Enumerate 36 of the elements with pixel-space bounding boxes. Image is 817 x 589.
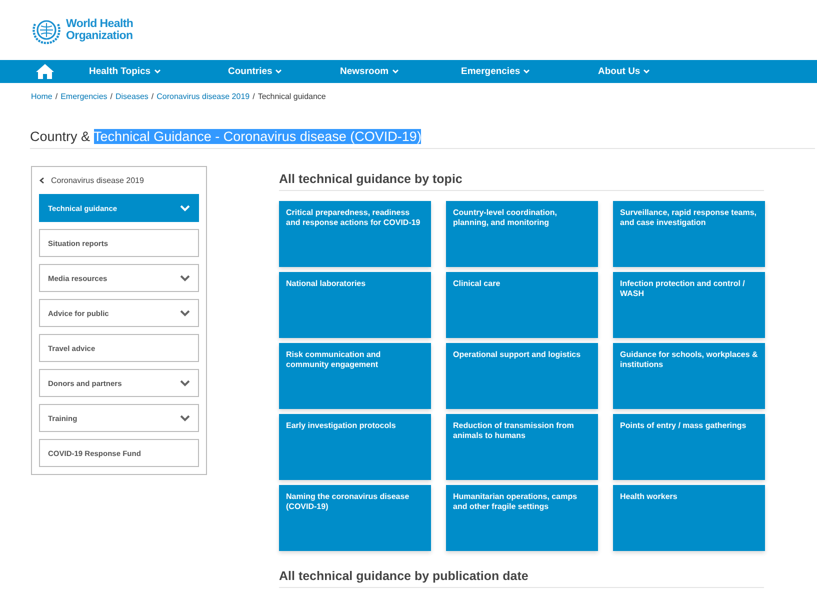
topic-tile[interactable]: Risk communication and community engagement	[279, 343, 431, 409]
topic-tile[interactable]: Guidance for schools, workplaces & institutions	[613, 343, 765, 409]
topic-tile[interactable]: Surveillance, rapid response teams, and case investigation	[613, 201, 765, 267]
breadcrumb-link[interactable]: Coronavirus disease 2019	[156, 92, 250, 104]
topic-tile[interactable]: Naming the coronavirus disease (COVID-19)	[279, 485, 431, 551]
chevron-left-icon	[39, 176, 45, 184]
topic-tile[interactable]: Humanitarian operations, camps and other fragile settings	[446, 485, 598, 551]
organization-name[interactable]: World Health Organization	[66, 18, 134, 42]
section-heading: All technical guidance by topic	[279, 172, 764, 191]
breadcrumb-link[interactable]: Home	[31, 92, 52, 104]
breadcrumb-separator: /	[252, 92, 255, 103]
breadcrumb-separator: /	[110, 92, 112, 103]
breadcrumb-separator: /	[151, 92, 154, 103]
topic-tile[interactable]: National laboratories	[279, 272, 431, 338]
topic-tile[interactable]: Infection protection and control / WASH	[613, 272, 765, 338]
topic-tile[interactable]: Reduction of transmission from animals to humans	[446, 414, 598, 480]
section-heading: All technical guidance by publication date	[279, 569, 764, 588]
topic-tile[interactable]: Clinical care	[446, 272, 598, 338]
topic-tile[interactable]: Critical preparedness, readiness and response actions for COVID-19	[279, 201, 431, 267]
home-icon[interactable]	[35, 63, 55, 80]
nav-menu-item[interactable]: Emergencies	[461, 66, 598, 77]
breadcrumb-separator: /	[55, 92, 58, 103]
breadcrumb-link[interactable]: Diseases	[116, 92, 148, 104]
topic-tile[interactable]: Health workers	[613, 485, 765, 551]
topic-tile[interactable]: Points of entry / mass gatherings	[613, 414, 765, 480]
topic-tile[interactable]: Country-level coordination, planning, and monitoring	[446, 201, 598, 267]
nav-menu-item[interactable]: Countries	[228, 66, 340, 77]
back-link[interactable]: Coronavirus disease 2019	[39, 173, 199, 187]
nav-menu-item[interactable]: Newsroom	[340, 66, 461, 77]
page-title: Country & Technical Guidance - Coronavirus disease (COVID-19)	[30, 129, 815, 149]
breadcrumb-link[interactable]: Emergencies	[60, 92, 108, 104]
topic-tile[interactable]: Early investigation protocols	[279, 414, 431, 480]
breadcrumb-current: Technical guidance	[258, 92, 326, 103]
nav-menu-item[interactable]: Health Topics	[89, 66, 228, 77]
nav-menu-item[interactable]: About Us	[598, 66, 650, 77]
topic-tile[interactable]: Operational support and logistics	[446, 343, 598, 409]
